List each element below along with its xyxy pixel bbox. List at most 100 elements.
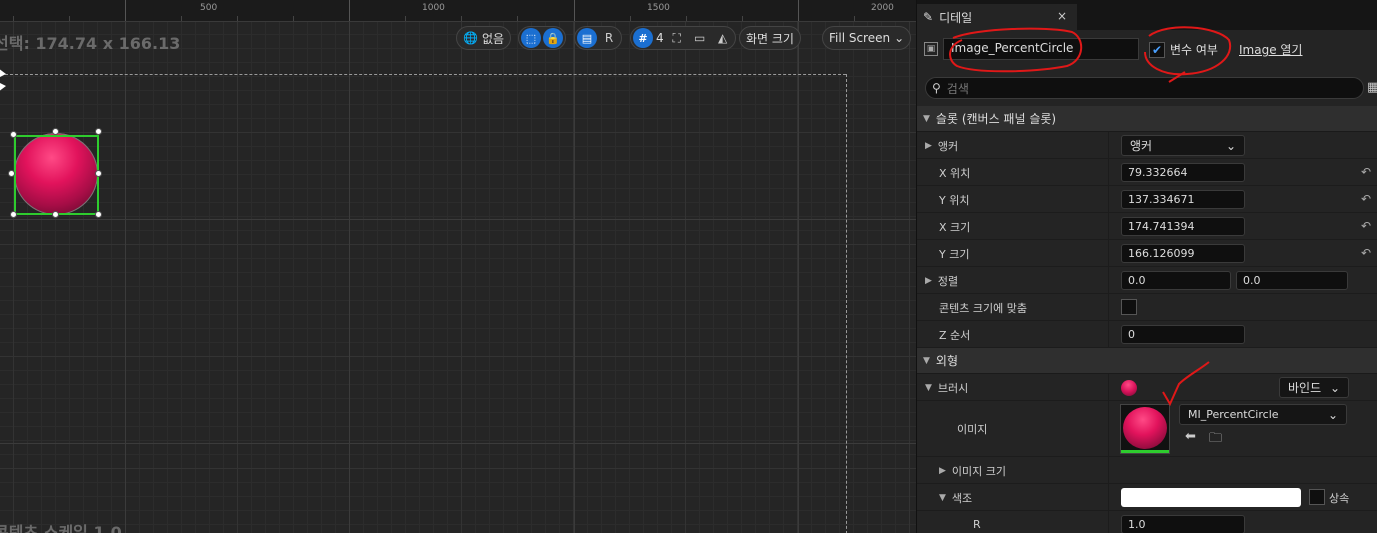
screen-size-label: 화면 크기 (746, 31, 794, 46)
resize-handle[interactable] (52, 128, 59, 135)
selection-box[interactable] (14, 135, 99, 215)
size-y-label: Y 크기 (939, 247, 970, 261)
row-brush: ▼ 브러시 바인드 ⌄ (917, 374, 1377, 401)
row-tint: ▼ 색조 ✔ 상속 (917, 484, 1377, 511)
resize-handle[interactable] (95, 170, 102, 177)
resize-handle[interactable] (95, 211, 102, 218)
size-x-label: X 크기 (939, 220, 971, 234)
tab-details[interactable]: ✎ 디테일 × (917, 4, 1077, 30)
section-slot[interactable]: ▼ 슬롯 (캔버스 패널 슬롯) (917, 106, 1377, 132)
tint-label: 색조 (951, 491, 973, 505)
reset-icon[interactable]: ↶ (1361, 219, 1371, 233)
reset-icon[interactable]: ↶ (1361, 165, 1371, 179)
lock-icon[interactable]: 🔒 (543, 28, 563, 48)
resize-handle[interactable] (10, 211, 17, 218)
selection-size-readout: 선택: 174.74 x 166.13 (0, 34, 181, 53)
ruler-label: 1500 (647, 3, 670, 13)
chevron-down-icon: ⌄ (894, 31, 905, 45)
pos-x-field[interactable]: 79.332664 (1121, 163, 1245, 182)
pencil-icon: ✎ (923, 10, 934, 24)
localization-preview-button[interactable]: 🌐 없음 (456, 26, 512, 50)
row-image-size: ▶ 이미지 크기 (917, 457, 1377, 484)
open-image-link[interactable]: Image 열기 (1239, 41, 1302, 58)
layout-transform-icon[interactable]: ▤ (577, 28, 597, 48)
z-order-field[interactable]: 0 (1121, 325, 1245, 344)
grid-snap-value[interactable]: 4 (656, 31, 664, 45)
row-size-x: X 크기 174.741394 ↶ (917, 213, 1377, 240)
chevron-down-icon: ⌄ (1225, 138, 1236, 153)
property-grid: ▼ 슬롯 (캔버스 패널 슬롯) ▶ 앵커 앵커 ⌄ X 위치 79.332664… (917, 106, 1377, 533)
fill-screen-dropdown[interactable]: Fill Screen ⌄ (822, 26, 912, 50)
viewport-toolbar-fill: Fill Screen ⌄ (822, 26, 912, 50)
row-pos-x: X 위치 79.332664 ↶ (917, 159, 1377, 186)
mirror-icon[interactable]: ◭ (713, 28, 733, 48)
pos-y-field[interactable]: 137.334671 (1121, 190, 1245, 209)
image-size-label: 이미지 크기 (951, 464, 1007, 478)
globe-icon: 🌐 (463, 31, 478, 45)
search-icon: ⚲ (932, 81, 941, 95)
widget-name-input[interactable]: Image_PercentCircle (943, 38, 1139, 60)
is-variable-toggle[interactable]: ✔ 변수 여부 (1149, 41, 1218, 58)
designer-viewport[interactable]: 500 1000 1500 2000 선택: 174.74 x 166.13 콘… (0, 0, 916, 533)
marquee-select-icon[interactable]: ⬚ (521, 28, 541, 48)
widget-name-row: ▣ Image_PercentCircle ✔ 변수 여부 Image 열기 (917, 35, 1377, 63)
close-icon[interactable]: × (1057, 9, 1067, 23)
row-z-order: Z 순서 0 (917, 321, 1377, 348)
collapse-icon: ▼ (923, 113, 930, 124)
ruler-label: 2000 (871, 3, 894, 13)
size-to-content-checkbox[interactable]: ✔ (1121, 299, 1137, 315)
tint-r-field[interactable]: 1.0 (1121, 515, 1245, 533)
viewport-toolbar-snap: ⬚ 🔒 (518, 26, 566, 50)
viewport-toolbar-grid: # 4 ⛶ ▭ ◭ (630, 26, 736, 50)
alignment-y-field[interactable]: 0.0 (1236, 271, 1348, 290)
collapse-icon[interactable]: ▼ (925, 383, 932, 393)
anchor-flower-icon[interactable] (0, 66, 10, 96)
reset-icon[interactable]: ↶ (1361, 246, 1371, 260)
section-appearance[interactable]: ▼ 외형 (917, 348, 1377, 374)
row-size-to-content: 콘텐츠 크기에 맞춤 ✔ (917, 294, 1377, 321)
property-matrix-icon[interactable]: ▦ (1367, 80, 1377, 95)
section-slot-label: 슬롯 (캔버스 패널 슬롯) (935, 112, 1057, 126)
browse-folder-icon[interactable]: 🗀 (1209, 429, 1222, 451)
resize-handle[interactable] (10, 131, 17, 138)
size-x-field[interactable]: 174.741394 (1121, 217, 1245, 236)
inherit-checkbox[interactable]: ✔ (1309, 489, 1325, 505)
z-order-label: Z 순서 (939, 328, 971, 342)
details-search-input[interactable]: ⚲ 검색 (925, 77, 1364, 99)
section-appearance-label: 외형 (935, 354, 959, 368)
fill-screen-label: Fill Screen (829, 31, 891, 45)
image-background-icon[interactable]: ▭ (690, 28, 710, 48)
expand-icon[interactable]: ▶ (925, 276, 932, 286)
reset-icon[interactable]: ↶ (1361, 192, 1371, 206)
image-asset-dropdown[interactable]: MI_PercentCircle ⌄ (1179, 404, 1347, 425)
resize-handle[interactable] (95, 128, 102, 135)
respect-locks-group: ⬚ 🔒 (518, 26, 566, 50)
tint-r-label: R (973, 518, 981, 531)
collapse-icon[interactable]: ▼ (939, 493, 946, 503)
ruler-label: 500 (200, 3, 218, 13)
transform-group: ▤ R (574, 26, 622, 50)
resize-handle[interactable] (8, 170, 15, 177)
row-image: 이미지 MI_PercentCircle ⌄ ⬅ 🗀 (917, 401, 1377, 457)
resize-handle[interactable] (52, 211, 59, 218)
render-transform-button[interactable]: R (599, 28, 619, 48)
anchor-dropdown[interactable]: 앵커 ⌄ (1121, 135, 1245, 156)
bind-dropdown[interactable]: 바인드 ⌄ (1279, 377, 1349, 398)
is-variable-checkbox[interactable]: ✔ (1149, 41, 1165, 58)
brush-label: 브러시 (937, 381, 969, 395)
image-thumbnail[interactable] (1120, 404, 1170, 454)
collapse-icon: ▼ (923, 355, 930, 366)
use-selected-asset-icon[interactable]: ⬅ (1185, 429, 1196, 444)
bind-label: 바인드 (1288, 381, 1322, 395)
alignment-x-field[interactable]: 0.0 (1121, 271, 1231, 290)
expand-icon[interactable]: ▶ (939, 466, 946, 476)
grid-snap-icon[interactable]: # (633, 28, 653, 48)
expand-icon[interactable]: ▶ (925, 141, 932, 151)
zoom-to-fit-icon[interactable]: ⛶ (667, 28, 687, 48)
tint-color-swatch[interactable] (1121, 488, 1301, 507)
localization-value: 없음 (481, 31, 505, 46)
screen-size-dropdown[interactable]: 화면 크기 (739, 26, 801, 50)
size-y-field[interactable]: 166.126099 (1121, 244, 1245, 263)
row-pos-y: Y 위치 137.334671 ↶ (917, 186, 1377, 213)
image-label: 이미지 (957, 423, 988, 436)
